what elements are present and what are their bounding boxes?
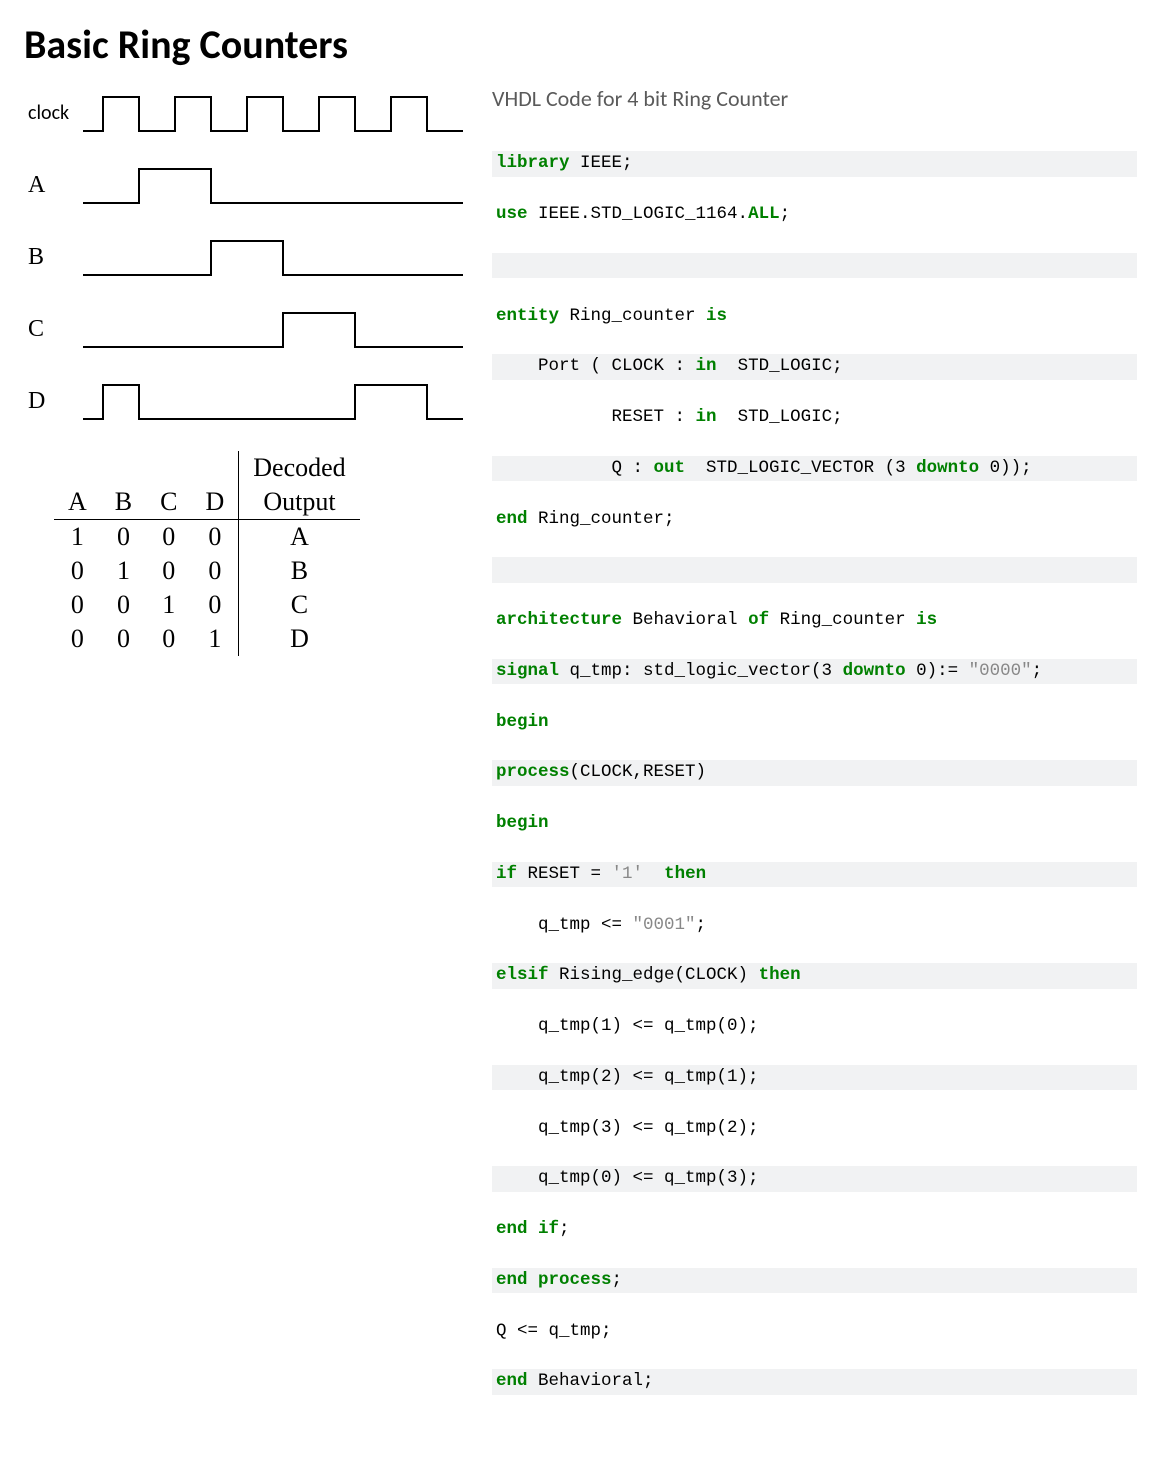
code-line: architecture Behavioral of Ring_counter … xyxy=(492,608,1137,633)
code-line: end process; xyxy=(492,1268,1137,1293)
code-line xyxy=(492,253,1137,278)
col-a: A xyxy=(54,485,101,520)
waveform-clock xyxy=(72,91,474,135)
code-line: process(CLOCK,RESET) xyxy=(492,760,1137,785)
waveform-a xyxy=(72,163,474,207)
col-decoded-top: Decoded xyxy=(239,451,360,485)
signal-row-b: B xyxy=(24,235,474,279)
code-line: begin xyxy=(492,811,1137,836)
signal-row-d: D xyxy=(24,379,474,423)
table-row: 0 0 0 1 D xyxy=(54,622,360,656)
code-line xyxy=(492,557,1137,582)
col-decoded-bottom: Output xyxy=(239,485,360,520)
code-line: use IEEE.STD_LOGIC_1164.ALL; xyxy=(492,202,1137,227)
code-line: q_tmp(0) <= q_tmp(3); xyxy=(492,1166,1137,1191)
code-line: Q : out STD_LOGIC_VECTOR (3 downto 0)); xyxy=(492,456,1137,481)
code-line: q_tmp(3) <= q_tmp(2); xyxy=(492,1116,1137,1141)
signal-label-b: B xyxy=(24,244,72,271)
code-line: entity Ring_counter is xyxy=(492,304,1137,329)
table-header-row1: Decoded xyxy=(54,451,360,485)
col-d: D xyxy=(191,485,238,520)
code-line: end Behavioral; xyxy=(492,1369,1137,1394)
code-line: end if; xyxy=(492,1217,1137,1242)
code-line: if RESET = '1' then xyxy=(492,862,1137,887)
code-block: library IEEE; use IEEE.STD_LOGIC_1164.AL… xyxy=(492,126,1137,1446)
signal-label-c: C xyxy=(24,316,72,343)
signal-label-clock: clock xyxy=(24,101,72,125)
code-line: library IEEE; xyxy=(492,151,1137,176)
code-line: q_tmp <= "0001"; xyxy=(492,913,1137,938)
code-line: begin xyxy=(492,710,1137,735)
col-c: C xyxy=(146,485,191,520)
waveform-d xyxy=(72,379,474,423)
table-row: 1 0 0 0 A xyxy=(54,520,360,555)
content-columns: clock A B C xyxy=(24,85,1137,1446)
code-line: end Ring_counter; xyxy=(492,507,1137,532)
code-line: RESET : in STD_LOGIC; xyxy=(492,405,1137,430)
col-b: B xyxy=(101,485,146,520)
code-line: q_tmp(1) <= q_tmp(0); xyxy=(492,1014,1137,1039)
table-row: 0 1 0 0 B xyxy=(54,554,360,588)
timing-diagram: clock A B C xyxy=(24,91,474,423)
right-column: VHDL Code for 4 bit Ring Counter library… xyxy=(492,85,1137,1446)
code-line: Port ( CLOCK : in STD_LOGIC; xyxy=(492,354,1137,379)
signal-row-c: C xyxy=(24,307,474,351)
signal-label-a: A xyxy=(24,172,72,199)
code-line: signal q_tmp: std_logic_vector(3 downto … xyxy=(492,659,1137,684)
table-header-row2: A B C D Output xyxy=(54,485,360,520)
signal-row-a: A xyxy=(24,163,474,207)
signal-label-d: D xyxy=(24,388,72,415)
code-line: elsif Rising_edge(CLOCK) then xyxy=(492,963,1137,988)
left-column: clock A B C xyxy=(24,85,474,1446)
waveform-c xyxy=(72,307,474,351)
truth-table: Decoded A B C D Output 1 0 0 0 A 0 1 0 0 xyxy=(54,451,360,656)
code-line: q_tmp(2) <= q_tmp(1); xyxy=(492,1065,1137,1090)
table-row: 0 0 1 0 C xyxy=(54,588,360,622)
code-title: VHDL Code for 4 bit Ring Counter xyxy=(492,85,1137,112)
waveform-b xyxy=(72,235,474,279)
page-title: Basic Ring Counters xyxy=(24,20,1137,69)
code-line: Q <= q_tmp; xyxy=(492,1319,1137,1344)
signal-row-clock: clock xyxy=(24,91,474,135)
